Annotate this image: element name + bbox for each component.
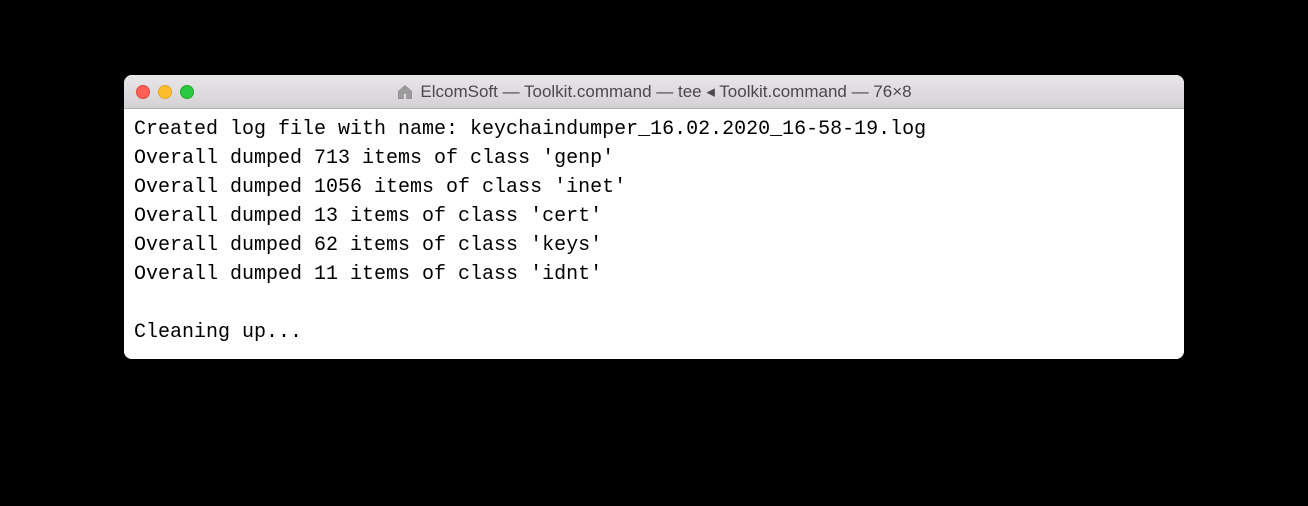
terminal-window: ElcomSoft — Toolkit.command — tee ◂ Tool… (124, 75, 1184, 359)
traffic-lights (136, 85, 194, 99)
terminal-line: Overall dumped 713 items of class 'genp' (134, 144, 1174, 173)
minimize-button[interactable] (158, 85, 172, 99)
terminal-line: Overall dumped 13 items of class 'cert' (134, 202, 1174, 231)
maximize-button[interactable] (180, 85, 194, 99)
terminal-output[interactable]: Created log file with name: keychaindump… (124, 109, 1184, 359)
title-container: ElcomSoft — Toolkit.command — tee ◂ Tool… (124, 82, 1184, 102)
window-title: ElcomSoft — Toolkit.command — tee ◂ Tool… (420, 82, 911, 102)
terminal-blank-line (134, 289, 1174, 318)
close-button[interactable] (136, 85, 150, 99)
terminal-line: Overall dumped 11 items of class 'idnt' (134, 260, 1174, 289)
terminal-line: Created log file with name: keychaindump… (134, 115, 1174, 144)
terminal-line: Cleaning up... (134, 318, 1174, 347)
window-titlebar[interactable]: ElcomSoft — Toolkit.command — tee ◂ Tool… (124, 75, 1184, 109)
terminal-line: Overall dumped 1056 items of class 'inet… (134, 173, 1174, 202)
home-icon (396, 83, 414, 101)
terminal-line: Overall dumped 62 items of class 'keys' (134, 231, 1174, 260)
